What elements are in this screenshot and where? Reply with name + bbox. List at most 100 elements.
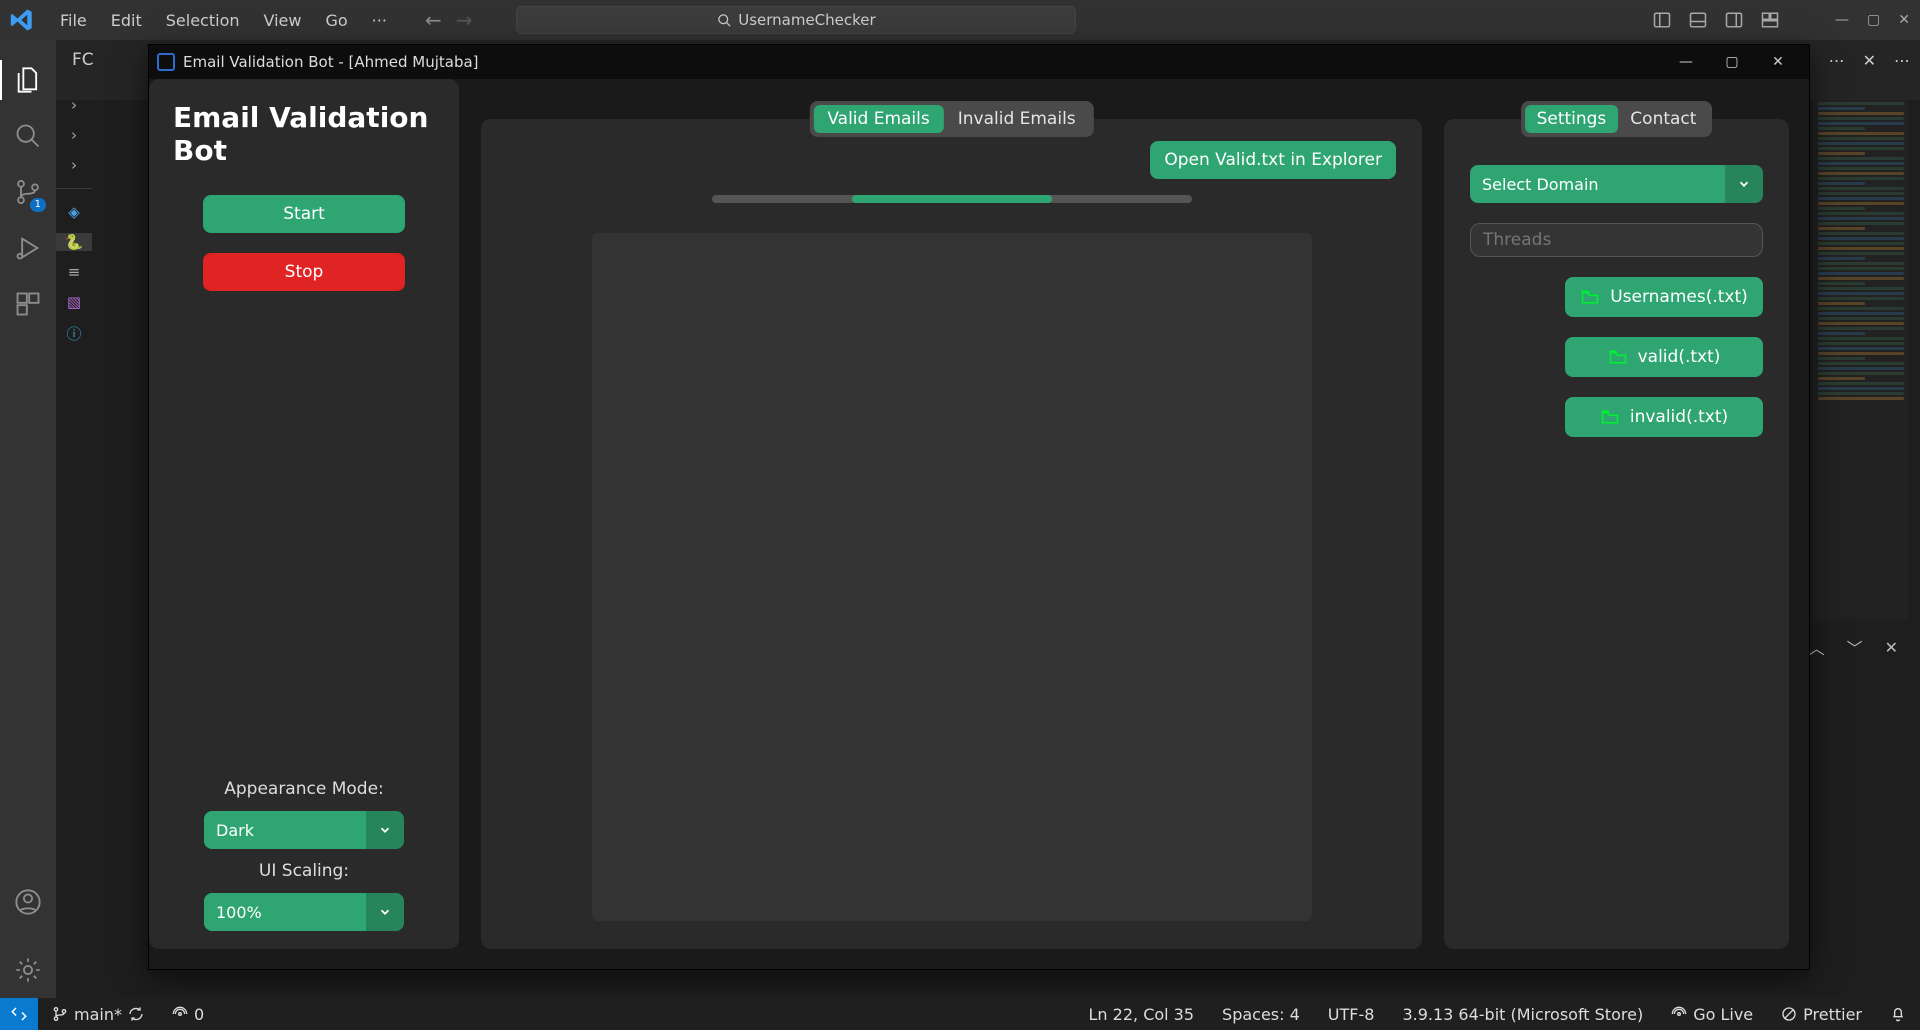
debug-icon [14,234,42,262]
activity-accounts[interactable] [0,874,56,930]
window-minimize-icon[interactable]: — [1835,12,1849,28]
command-center[interactable]: UsernameChecker [516,6,1076,34]
domain-select[interactable]: Select Domain [1470,165,1763,203]
image-file-icon[interactable]: ▧ [56,293,92,311]
valid-file-button[interactable]: valid(.txt) [1565,337,1763,377]
customize-layout-icon[interactable] [1761,11,1779,29]
chevron-down-icon [366,893,404,931]
status-ports[interactable]: 0 [158,1005,218,1024]
layout-sidebar-left-icon[interactable] [1653,11,1671,29]
progress-fill [852,195,1052,203]
golive-label: Go Live [1693,1005,1753,1024]
activity-settings[interactable] [0,942,56,998]
usernames-file-button[interactable]: Usernames(.txt) [1565,277,1763,317]
gear-icon [14,956,42,984]
prettier-label: Prettier [1803,1005,1862,1024]
branch-icon [52,1006,68,1022]
open-valid-explorer-button[interactable]: Open Valid.txt in Explorer [1150,141,1396,179]
invalid-file-button[interactable]: invalid(.txt) [1565,397,1763,437]
scaling-select[interactable]: 100% [204,893,404,931]
minimap[interactable] [1814,100,1908,620]
tab-valid-emails[interactable]: Valid Emails [813,105,943,133]
status-branch[interactable]: main* [38,1005,158,1024]
scm-badge: 1 [30,198,46,212]
layout-sidebar-right-icon[interactable] [1725,11,1743,29]
no-icon [1781,1006,1797,1022]
remote-indicator[interactable] [0,998,38,1030]
menu-file[interactable]: File [50,7,97,34]
outline-chevron-icon[interactable]: › [56,126,92,144]
chevron-down-icon [366,811,404,849]
file-tag-icon[interactable]: ◈ [56,203,92,221]
files-icon [14,66,42,94]
center-panel: Valid Emails Invalid Emails Open Valid.t… [481,119,1422,949]
dialog-app-icon [157,53,175,71]
remote-icon [10,1005,28,1023]
status-encoding[interactable]: UTF-8 [1314,1005,1389,1024]
status-spaces[interactable]: Spaces: 4 [1208,1005,1314,1024]
threads-input[interactable] [1470,223,1763,257]
menu-view[interactable]: View [254,7,312,34]
dialog-close-icon[interactable]: ✕ [1755,54,1801,70]
menu-selection[interactable]: Selection [156,7,250,34]
status-python[interactable]: 3.9.13 64-bit (Microsoft Store) [1388,1005,1657,1024]
editor-tab[interactable]: FC [56,40,110,80]
start-button[interactable]: Start [203,195,405,233]
tab-close-icon[interactable]: ✕ [1863,51,1876,70]
window-close-icon[interactable]: ✕ [1898,12,1910,28]
tab-invalid-emails[interactable]: Invalid Emails [944,105,1090,133]
activity-search[interactable] [0,108,56,164]
nav-arrows: ← → [425,8,473,32]
status-bell[interactable] [1876,1006,1920,1022]
search-icon [14,122,42,150]
find-close-icon[interactable]: ✕ [1885,638,1898,657]
domain-value: Select Domain [1470,165,1725,203]
activity-bar: 1 [0,40,56,998]
activity-extensions[interactable] [0,276,56,332]
appearance-select[interactable]: Dark [204,811,404,849]
status-golive[interactable]: Go Live [1657,1005,1767,1024]
branch-label: main* [74,1005,122,1024]
nav-forward-icon[interactable]: → [456,8,473,32]
dialog-minimize-icon[interactable]: — [1663,54,1709,70]
tab-more-icon[interactable]: ⋯ [1829,51,1845,70]
usernames-file-label: Usernames(.txt) [1610,287,1748,307]
activity-explorer[interactable] [0,52,56,108]
tab-contact[interactable]: Contact [1618,105,1708,133]
dialog-maximize-icon[interactable]: ▢ [1709,54,1755,70]
menu-go[interactable]: Go [315,7,357,34]
stop-button[interactable]: Stop [203,253,405,291]
left-align-icon[interactable]: ≡ [56,263,92,281]
status-prettier[interactable]: Prettier [1767,1005,1876,1024]
emails-tabbar: Valid Emails Invalid Emails [809,101,1093,137]
menu-edit[interactable]: Edit [101,7,152,34]
invalid-file-label: invalid(.txt) [1630,407,1728,427]
dialog-heading: Email Validation Bot [173,101,435,167]
activity-source-control[interactable]: 1 [0,164,56,220]
python-file-icon[interactable]: 🐍 [56,233,92,251]
appearance-label: Appearance Mode: [224,779,384,799]
valid-file-label: valid(.txt) [1638,347,1721,367]
nav-back-icon[interactable]: ← [425,8,442,32]
activity-run-debug[interactable] [0,220,56,276]
outline-chevron-icon[interactable]: › [56,96,92,114]
folder-icon [1600,407,1620,427]
layout-panel-icon[interactable] [1689,11,1707,29]
left-panel: Email Validation Bot Start Stop Appearan… [149,79,459,949]
broadcast-icon [172,1006,188,1022]
tab-settings[interactable]: Settings [1525,105,1619,133]
progress-bar [712,195,1192,203]
info-file-icon[interactable]: ⓘ [56,323,92,344]
find-prev-icon[interactable]: ︿ [1809,635,1825,659]
find-next-icon[interactable]: ﹀ [1847,635,1863,659]
find-navigation: ︿ ﹀ ✕ [1799,632,1908,662]
menu-more[interactable]: ··· [362,7,397,34]
outline-chevron-icon[interactable]: › [56,156,92,174]
vscode-logo-icon [10,8,34,32]
tab-overflow-icon[interactable]: ⋯ [1894,51,1910,70]
vscode-titlebar: File Edit Selection View Go ··· ← → User… [0,0,1920,40]
window-maximize-icon[interactable]: ▢ [1867,12,1880,28]
search-icon [717,13,732,28]
log-textbox[interactable] [592,233,1312,921]
status-cursor[interactable]: Ln 22, Col 35 [1075,1005,1209,1024]
